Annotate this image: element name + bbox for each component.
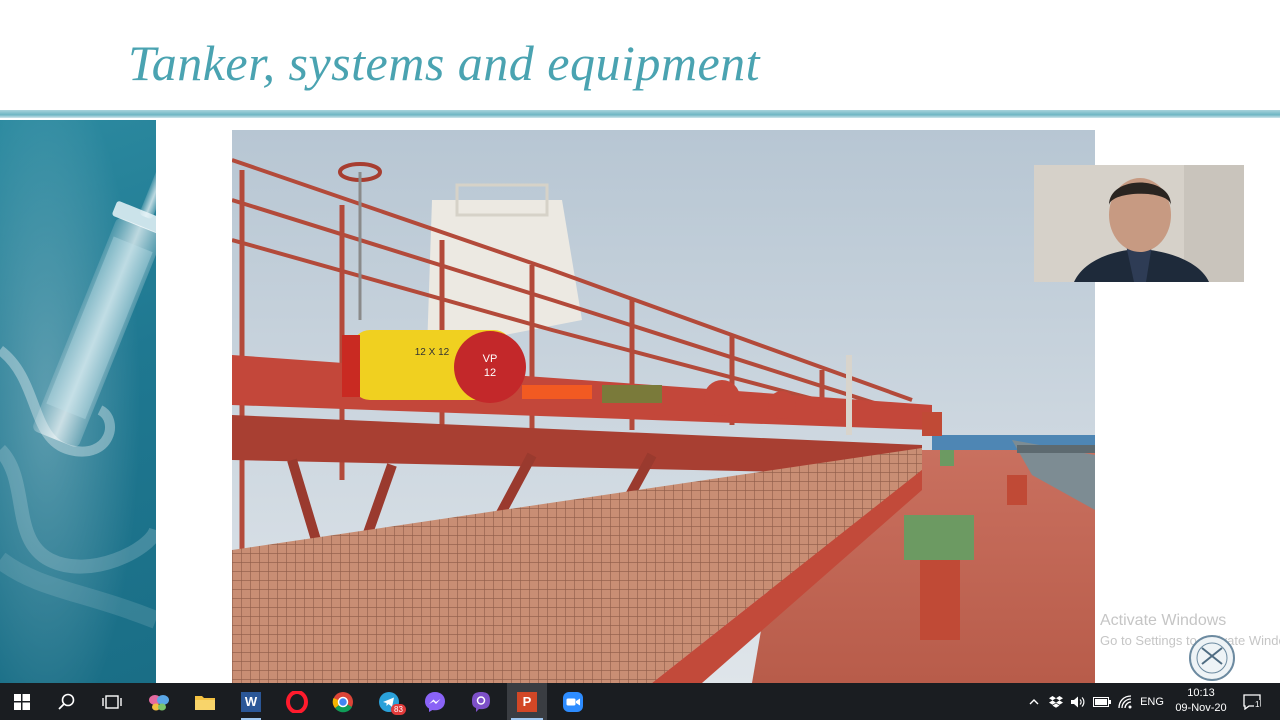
pipe-label-vp: VP <box>483 353 498 365</box>
title-divider <box>0 110 1280 118</box>
dropbox-tray-button[interactable] <box>1046 683 1066 720</box>
chrome-icon <box>332 691 353 712</box>
start-button[interactable] <box>2 683 42 720</box>
pipe-label-12: 12 <box>484 367 496 379</box>
butterfly-app-icon <box>149 694 169 710</box>
clock-time: 10:13 <box>1187 687 1215 699</box>
battery-icon <box>1093 696 1111 707</box>
wifi-icon <box>1118 694 1132 708</box>
search-button[interactable] <box>47 683 87 720</box>
dropbox-icon <box>1049 695 1063 708</box>
taskbar-zoom[interactable] <box>553 683 593 720</box>
telegram-unread-badge: 83 <box>391 704 406 715</box>
speaker-icon <box>1071 696 1085 707</box>
search-icon <box>58 693 75 710</box>
taskbar-messenger[interactable] <box>415 683 455 720</box>
opera-icon <box>286 690 308 713</box>
windows-logo-icon <box>14 693 30 710</box>
viber-icon <box>472 691 490 712</box>
show-hidden-icons-button[interactable] <box>1026 683 1042 720</box>
battery-button[interactable] <box>1092 683 1112 720</box>
action-center-button[interactable]: 1 <box>1238 683 1266 720</box>
zoom-icon <box>563 691 583 712</box>
task-view-button[interactable] <box>92 683 132 720</box>
institution-seal-logo <box>1184 632 1240 682</box>
slide-title: Tanker, systems and equipment <box>128 35 761 91</box>
network-button[interactable] <box>1116 683 1136 720</box>
tanker-deck-photo: VP 12 12 X 12 <box>232 130 1095 683</box>
powerpoint-icon: P <box>517 691 537 712</box>
taskbar-telegram[interactable]: 83 <box>369 683 409 720</box>
volume-button[interactable] <box>1068 683 1088 720</box>
decorative-side-panel <box>0 120 156 683</box>
word-icon: W <box>241 691 261 712</box>
taskbar-clock[interactable]: 10:13 09-Nov-20 <box>1166 686 1236 716</box>
taskbar-word[interactable]: W <box>231 683 271 720</box>
language-indicator[interactable]: ENG <box>1138 683 1166 720</box>
taskbar-chrome[interactable] <box>323 683 363 720</box>
chevron-up-icon <box>1029 699 1039 705</box>
taskbar-file-explorer[interactable] <box>185 683 225 720</box>
clock-date: 09-Nov-20 <box>1175 702 1227 714</box>
taskbar-app-unknown[interactable] <box>139 683 179 720</box>
pipe-size-label: 12 X 12 <box>415 347 450 358</box>
notification-count-badge: 1 <box>1254 700 1261 710</box>
taskbar-opera[interactable] <box>277 683 317 720</box>
watermark-line1: Activate Windows <box>1100 612 1227 629</box>
taskbar-viber[interactable] <box>461 683 501 720</box>
taskbar-powerpoint[interactable]: P <box>507 683 547 720</box>
syringe-illustration <box>0 120 156 683</box>
webcam-video-overlay <box>1034 165 1244 282</box>
folder-icon <box>195 695 215 710</box>
task-view-icon <box>102 694 122 709</box>
messenger-icon <box>425 691 445 712</box>
